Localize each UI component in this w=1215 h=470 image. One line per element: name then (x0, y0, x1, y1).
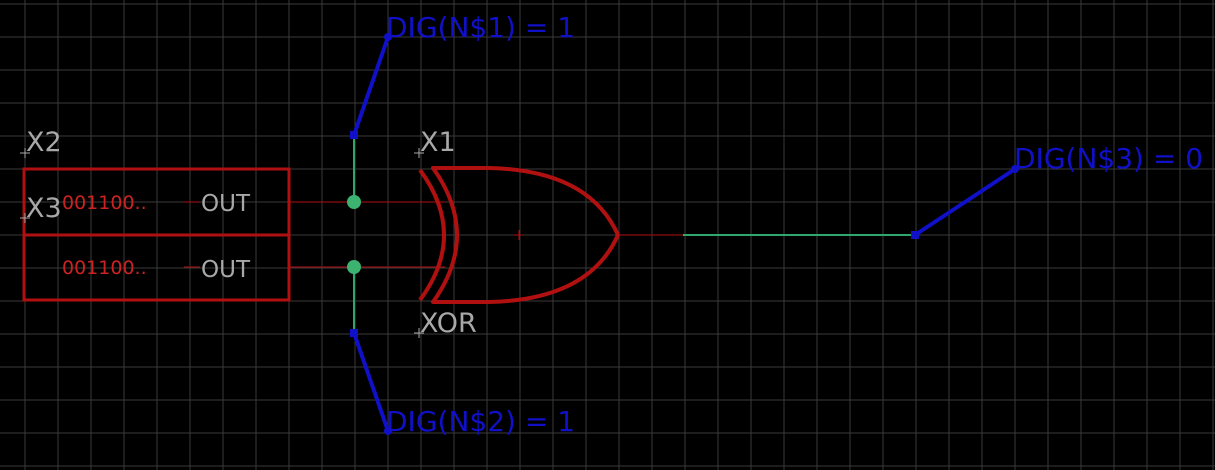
gate-type: XOR (420, 308, 477, 339)
source-x3-name: X3 (26, 193, 62, 224)
probe-n1-label: DIG(N$1) = 1 (386, 11, 575, 44)
source-x2-value: 001100.. (62, 192, 147, 214)
source-x2-pin-label: OUT (201, 191, 251, 217)
source-x3-pin-label: OUT (201, 257, 251, 283)
gate-name: X1 (420, 127, 456, 158)
schematic-canvas[interactable]: 001100.. OUT 001100.. OUT X2 X3 X1 XOR D… (0, 0, 1215, 470)
junction-n1[interactable] (347, 195, 361, 209)
junction-n2[interactable] (347, 260, 361, 274)
probe-n3-label: DIG(N$3) = 0 (1014, 142, 1203, 175)
source-x2-name: X2 (26, 127, 62, 158)
probe-n2-label: DIG(N$2) = 1 (386, 405, 575, 438)
source-x3-value: 001100.. (62, 257, 147, 279)
